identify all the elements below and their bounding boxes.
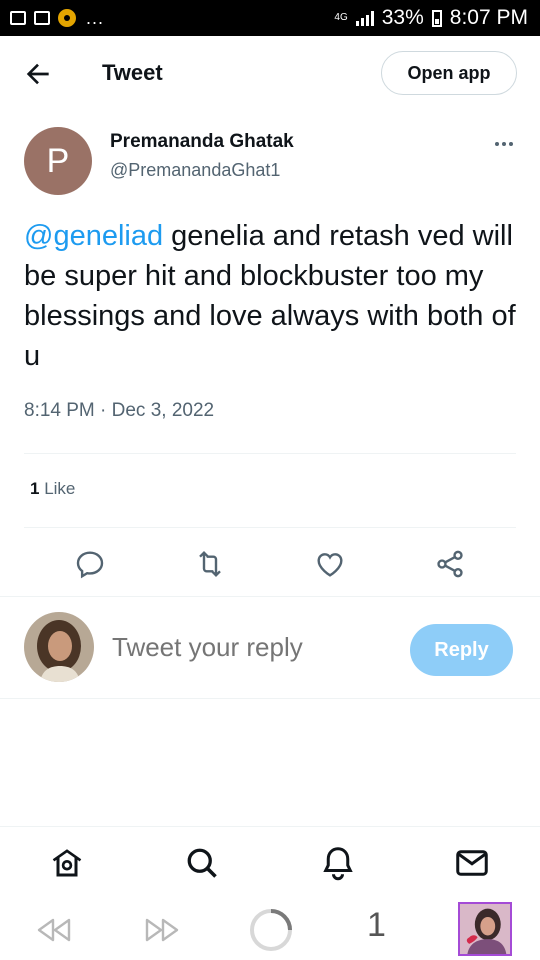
author-avatar[interactable]: P xyxy=(24,127,92,195)
network-type: 4G xyxy=(334,12,348,23)
app-icon xyxy=(58,9,76,27)
fast-forward-icon[interactable] xyxy=(142,914,182,946)
tweet-actions xyxy=(0,540,540,586)
camera-icon xyxy=(34,11,50,25)
like-count-label: Like xyxy=(39,479,76,498)
tweet-text: @geneliad genelia and retash ved will be… xyxy=(24,216,524,376)
image-icon xyxy=(10,11,26,25)
profile-thumbnail[interactable] xyxy=(458,902,512,956)
notifications-icon[interactable] xyxy=(320,845,356,881)
reply-input[interactable] xyxy=(112,632,392,663)
mention-link[interactable]: @geneliad xyxy=(24,220,163,252)
retweet-icon[interactable] xyxy=(194,548,226,580)
signal-icon xyxy=(355,10,374,26)
reply-button[interactable]: Reply xyxy=(410,624,513,676)
more-options-icon[interactable] xyxy=(488,128,520,160)
divider xyxy=(24,527,516,528)
share-icon[interactable] xyxy=(434,548,466,580)
author-handle[interactable]: @PremanandaGhat1 xyxy=(110,160,280,181)
like-icon[interactable] xyxy=(314,548,346,580)
messages-icon[interactable] xyxy=(454,845,490,881)
user-avatar[interactable] xyxy=(24,612,94,682)
author-display-name[interactable]: Premananda Ghatak xyxy=(110,131,294,153)
status-bar: ... 4G 33% 8:07 PM xyxy=(0,0,540,36)
loading-spinner-icon xyxy=(250,909,292,951)
header: Tweet Open app xyxy=(0,36,540,112)
tab-count[interactable]: 1 xyxy=(367,906,386,945)
page-title: Tweet xyxy=(102,60,163,85)
divider xyxy=(24,453,516,454)
divider xyxy=(0,698,540,699)
search-icon[interactable] xyxy=(184,845,220,881)
battery-icon xyxy=(431,9,442,27)
status-overflow: ... xyxy=(86,7,105,28)
divider xyxy=(0,596,540,597)
back-arrow-icon[interactable] xyxy=(22,58,54,90)
bottom-nav xyxy=(0,826,540,897)
reply-icon[interactable] xyxy=(74,548,106,580)
rewind-icon[interactable] xyxy=(34,914,74,946)
likes-count[interactable]: 1 Like xyxy=(30,479,75,499)
home-icon[interactable] xyxy=(49,845,85,881)
clock: 8:07 PM xyxy=(449,6,528,29)
battery-percent: 33% xyxy=(381,6,424,29)
tweet-timestamp[interactable]: 8:14 PM · Dec 3, 2022 xyxy=(24,400,214,422)
open-app-button[interactable]: Open app xyxy=(381,51,517,95)
